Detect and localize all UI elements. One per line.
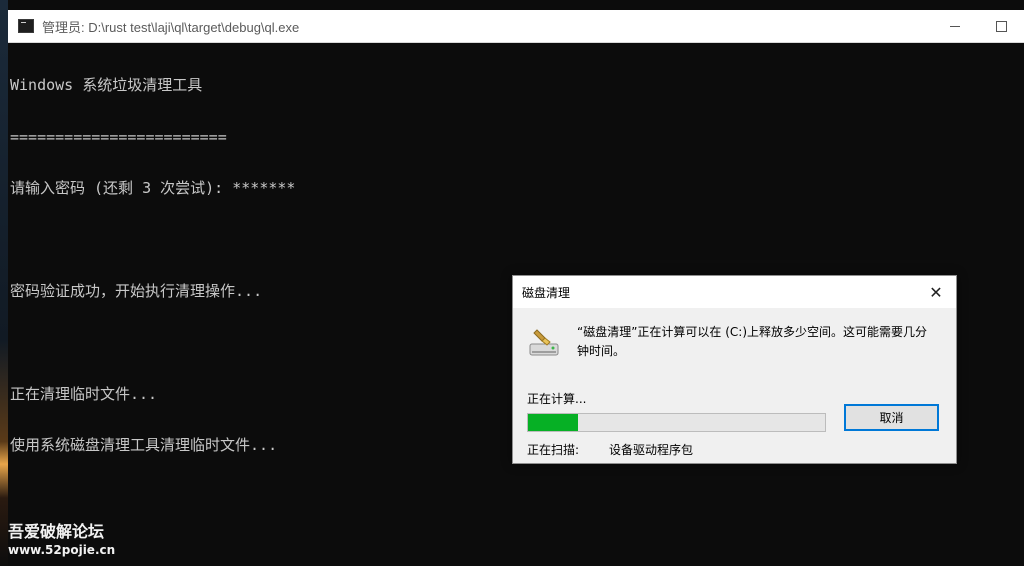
desktop-background — [0, 0, 8, 566]
scan-value: 设备驱动程序包 — [609, 443, 694, 457]
close-button[interactable]: ✕ — [916, 276, 956, 308]
dialog-message: “磁盘清理”正在计算可以在 (C:)上释放多少空间。这可能需要几分钟时间。 — [577, 325, 928, 358]
watermark-title: 吾爱破解论坛 — [8, 522, 105, 541]
progress-fill — [528, 414, 579, 431]
console-line: Windows 系统垃圾清理工具 — [10, 76, 203, 94]
maximize-button[interactable] — [978, 10, 1024, 42]
maximize-icon — [995, 20, 1007, 32]
minimize-icon — [950, 25, 960, 27]
scan-label: 正在扫描: — [527, 443, 580, 457]
disk-cleanup-icon — [529, 329, 559, 356]
console-app-icon[interactable] — [18, 19, 34, 33]
dialog-message-row: “磁盘清理”正在计算可以在 (C:)上释放多少空间。这可能需要几分钟时间。 — [513, 308, 956, 378]
watermark: 吾爱破解论坛 www.52pojie.cn — [8, 522, 115, 558]
console-line: 请输入密码 (还剩 3 次尝试): ******* — [10, 179, 296, 197]
status-text: 正在计算... — [527, 392, 587, 406]
watermark-url: www.52pojie.cn — [8, 543, 116, 557]
console-title: 管理员: D:\rust test\laji\ql\target\debug\q… — [42, 19, 300, 35]
close-icon: ✕ — [929, 282, 943, 302]
minimize-button[interactable] — [932, 10, 978, 42]
console-line: ======================== — [10, 128, 227, 146]
disk-cleanup-dialog[interactable]: 磁盘清理 ✕ “磁盘清理”正在计算可以在 (C:)上释放多少空间。这可能需要几分… — [512, 275, 957, 464]
dialog-title: 磁盘清理 — [522, 285, 571, 300]
console-titlebar[interactable]: 管理员: D:\rust test\laji\ql\target\debug\q… — [8, 10, 1024, 43]
window-controls — [932, 10, 1024, 42]
progress-bar — [527, 413, 826, 432]
cancel-button[interactable]: 取消 — [844, 404, 939, 431]
dialog-titlebar[interactable]: 磁盘清理 ✕ — [513, 276, 956, 308]
